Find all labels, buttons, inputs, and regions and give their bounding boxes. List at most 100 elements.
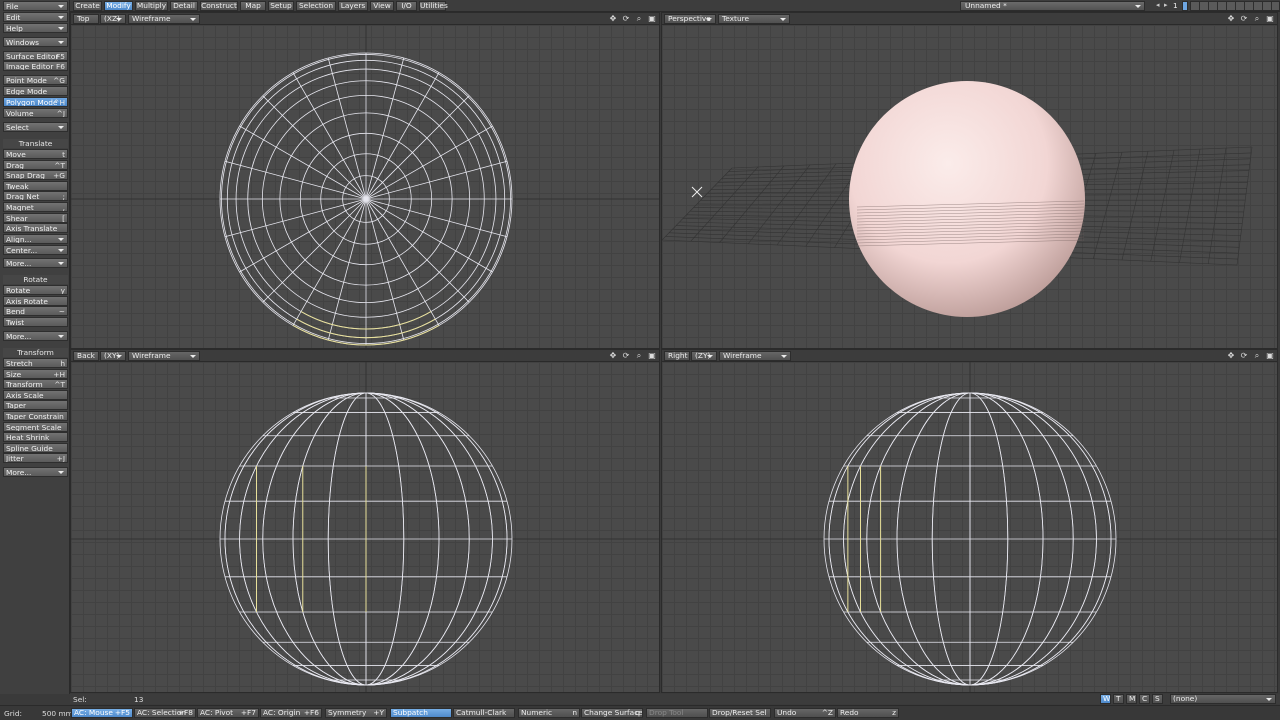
tab-map[interactable]: Map xyxy=(240,1,266,11)
tool-segment-scale-button[interactable]: Segment Scale xyxy=(3,421,68,432)
viewport-right[interactable]: Right (ZY) Wireframe ✥ ⟳ ⌕ ▣ xyxy=(661,349,1278,693)
change-surface-button[interactable]: Change Surface q xyxy=(581,708,643,718)
layer-slot-active[interactable] xyxy=(1182,1,1188,11)
maximize-icon[interactable]: ▣ xyxy=(1265,351,1275,361)
edit-menu[interactable]: Edit xyxy=(3,12,68,22)
tool-drag-button[interactable]: Drag ^T xyxy=(3,159,68,170)
help-menu[interactable]: Help xyxy=(3,23,68,33)
tab-multiply[interactable]: Multiply xyxy=(135,1,168,11)
tool-twist-button[interactable]: Twist xyxy=(3,316,68,327)
tool-taper-button[interactable]: Taper xyxy=(3,400,68,411)
tool-size-button[interactable]: Size +H xyxy=(3,368,68,379)
tool-heat-shrink-button[interactable]: Heat Shrink xyxy=(3,432,68,443)
tool-axis-rotate-button[interactable]: Axis Rotate xyxy=(3,295,68,306)
subpatch-type-select[interactable]: Catmull-Clark xyxy=(453,708,515,718)
tool-transform-button[interactable]: Transform ^T xyxy=(3,379,68,390)
pan-icon[interactable]: ✥ xyxy=(608,14,618,24)
view-name[interactable]: Back xyxy=(73,351,99,361)
file-menu[interactable]: File xyxy=(3,1,68,11)
view-name-select[interactable]: Perspective xyxy=(664,14,716,24)
vmap-type-t[interactable]: T xyxy=(1113,694,1124,704)
vmap-type-c[interactable]: C xyxy=(1139,694,1150,704)
maximize-icon[interactable]: ▣ xyxy=(647,351,657,361)
render-mode-select[interactable]: Wireframe xyxy=(128,14,200,24)
tool-bend-button[interactable]: Bend ~ xyxy=(3,306,68,317)
view-axis-select[interactable]: (XZ) xyxy=(100,14,126,24)
rotate-view-icon[interactable]: ⟳ xyxy=(621,14,631,24)
maximize-icon[interactable]: ▣ xyxy=(1265,14,1275,24)
object-selector[interactable]: Unnamed * xyxy=(960,1,1145,11)
tab-view[interactable]: View xyxy=(370,1,394,11)
rotate-view-icon[interactable]: ⟳ xyxy=(1239,351,1249,361)
ac-pivot-button[interactable]: AC: Pivot +F7 xyxy=(197,708,259,718)
tab-io[interactable]: I/O xyxy=(396,1,417,11)
tab-detail[interactable]: Detail xyxy=(170,1,198,11)
tool-jitter-button[interactable]: Jitter +J xyxy=(3,453,68,464)
ac-origin-button[interactable]: AC: Origin +F6 xyxy=(260,708,322,718)
pan-icon[interactable]: ✥ xyxy=(608,351,618,361)
view-name[interactable]: Right xyxy=(664,351,690,361)
view-name[interactable]: Top xyxy=(73,14,99,24)
render-mode-select[interactable]: Wireframe xyxy=(128,351,200,361)
zoom-icon[interactable]: ⌕ xyxy=(634,351,644,361)
symmetry-button[interactable]: Symmetry +Y xyxy=(325,708,387,718)
vmap-select[interactable]: (none) xyxy=(1170,694,1276,704)
subpatch-button[interactable]: Subpatch xyxy=(390,708,452,718)
surface-editor-button[interactable]: Surface Editor F5 xyxy=(3,51,68,61)
layer-slots[interactable] xyxy=(1190,1,1280,11)
rotate-view-icon[interactable]: ⟳ xyxy=(1239,14,1249,24)
viewport-back[interactable]: Back (XY) Wireframe ✥ ⟳ ⌕ ▣ xyxy=(70,349,660,693)
rotate-view-icon[interactable]: ⟳ xyxy=(621,351,631,361)
render-mode-select[interactable]: Wireframe xyxy=(719,351,791,361)
volume-button[interactable]: Volume ^J xyxy=(3,108,68,118)
tab-selection[interactable]: Selection xyxy=(296,1,336,11)
tool-axis-translate-button[interactable]: Axis Translate xyxy=(3,223,68,234)
tool-drag-net-button[interactable]: Drag Net; xyxy=(3,191,68,202)
transform-more-menu[interactable]: More... xyxy=(3,467,68,477)
tab-create[interactable]: Create xyxy=(73,1,102,11)
ac-selection-button[interactable]: AC: Selection +F8 xyxy=(134,708,196,718)
pan-icon[interactable]: ✥ xyxy=(1226,351,1236,361)
tab-setup[interactable]: Setup xyxy=(268,1,294,11)
image-editor-button[interactable]: Image Editor F6 xyxy=(3,61,68,71)
undo-button[interactable]: Undo ^Z xyxy=(774,708,836,718)
select-menu[interactable]: Select xyxy=(3,122,68,132)
drop-reset-sel-button[interactable]: Drop/Reset Sel xyxy=(709,708,771,718)
tool-move-button[interactable]: Move t xyxy=(3,149,68,159)
numeric-button[interactable]: Numeric n xyxy=(518,708,580,718)
tool-axis-scale-button[interactable]: Axis Scale xyxy=(3,389,68,400)
vmap-type-s[interactable]: S xyxy=(1152,694,1163,704)
viewport-perspective[interactable]: Perspective Texture ✥ ⟳ ⌕ ▣ xyxy=(661,12,1278,349)
edge-mode-button[interactable]: Edge Mode xyxy=(3,86,68,96)
zoom-icon[interactable]: ⌕ xyxy=(1252,14,1262,24)
rotate-more-menu[interactable]: More... xyxy=(3,331,68,341)
tool-snap-drag-button[interactable]: Snap Drag +G xyxy=(3,170,68,181)
tool-stretch-button[interactable]: Stretch h xyxy=(3,358,68,368)
layer-next-icon[interactable]: ▸ xyxy=(1164,1,1168,9)
tab-construct[interactable]: Construct xyxy=(200,1,238,11)
vmap-type-w[interactable]: W xyxy=(1100,694,1111,704)
maximize-icon[interactable]: ▣ xyxy=(647,14,657,24)
windows-menu[interactable]: Windows xyxy=(3,37,68,47)
tab-utilities[interactable]: Utilities xyxy=(419,1,448,11)
ac-mouse-button[interactable]: AC: Mouse +F5 xyxy=(71,708,133,718)
polygon-mode-button[interactable]: Polygon Mode ^H xyxy=(3,97,68,107)
tool-rotate-button[interactable]: Rotate y xyxy=(3,285,68,295)
align-menu[interactable]: Align... xyxy=(3,234,68,244)
view-axis-select[interactable]: (ZY) xyxy=(691,351,717,361)
layer-prev-icon[interactable]: ◂ xyxy=(1156,1,1160,9)
view-axis-select[interactable]: (XY) xyxy=(100,351,126,361)
translate-more-menu[interactable]: More... xyxy=(3,258,68,268)
point-mode-button[interactable]: Point Mode ^G xyxy=(3,75,68,85)
redo-button[interactable]: Redo z xyxy=(837,708,899,718)
tab-modify[interactable]: Modify xyxy=(104,1,133,11)
tool-tweak-button[interactable]: Tweak xyxy=(3,180,68,191)
viewport-top[interactable]: Top (XZ) Wireframe ✥ ⟳ ⌕ ▣ xyxy=(70,12,660,349)
render-mode-select[interactable]: Texture xyxy=(718,14,790,24)
tab-layers[interactable]: Layers xyxy=(338,1,368,11)
pan-icon[interactable]: ✥ xyxy=(1226,14,1236,24)
zoom-icon[interactable]: ⌕ xyxy=(634,14,644,24)
tool-spline-guide-button[interactable]: Spline Guide xyxy=(3,442,68,453)
tool-shear-button[interactable]: Shear [ xyxy=(3,212,68,223)
zoom-icon[interactable]: ⌕ xyxy=(1252,351,1262,361)
